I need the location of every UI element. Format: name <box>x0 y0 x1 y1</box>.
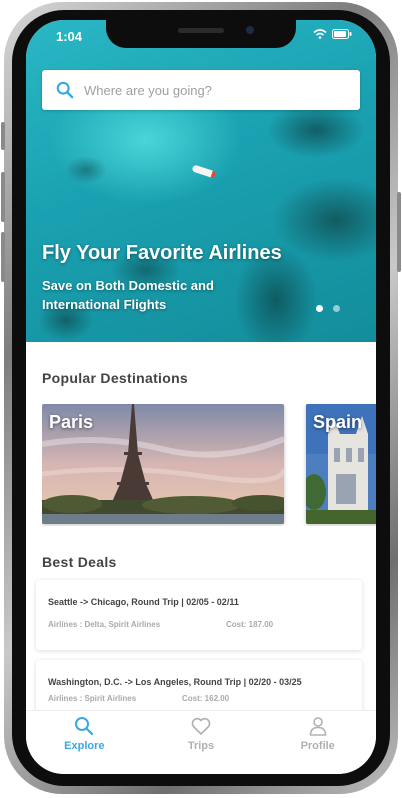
volume-down-button <box>1 232 5 282</box>
search-bar[interactable] <box>42 70 360 110</box>
hero-banner[interactable]: Fly Your Favorite Airlines Save on Both … <box>26 20 376 342</box>
search-icon <box>56 81 74 99</box>
battery-icon <box>332 29 352 39</box>
destination-name: Paris <box>49 412 94 432</box>
wifi-icon <box>313 29 327 39</box>
carousel-dot[interactable] <box>333 305 340 312</box>
speaker-grill <box>178 28 224 33</box>
volume-up-button <box>1 172 5 222</box>
deal-cost: Cost: 162.00 <box>182 694 230 703</box>
deal-card[interactable]: Seattle -> Chicago, Round Trip | 02/05 -… <box>36 580 362 650</box>
boat-image <box>191 164 217 179</box>
tab-trips[interactable]: Trips <box>143 711 260 774</box>
search-icon <box>75 717 94 736</box>
user-icon <box>309 717 326 736</box>
hero-subtitle: Save on Both Domestic and International … <box>42 278 214 312</box>
status-icons <box>313 29 352 42</box>
tab-explore[interactable]: Explore <box>26 711 143 774</box>
destination-name: Spain <box>313 412 363 432</box>
search-input[interactable] <box>82 81 326 99</box>
app-screen: Fly Your Favorite Airlines Save on Both … <box>26 20 376 774</box>
tab-label: Explore <box>64 740 105 752</box>
deal-airlines: Airlines : Delta, Spirit Airlines <box>48 620 161 629</box>
deal-cost: Cost: 187.00 <box>226 620 274 629</box>
deal-route: Seattle -> Chicago, Round Trip | 02/05 -… <box>48 597 239 607</box>
notch <box>106 20 296 48</box>
front-camera <box>246 26 254 34</box>
tab-label: Profile <box>300 740 335 752</box>
carousel-dot[interactable] <box>316 305 323 312</box>
power-button <box>397 192 401 272</box>
destinations-carousel[interactable]: Paris Spain <box>42 404 376 526</box>
deal-route: Washington, D.C. -> Los Angeles, Round T… <box>48 677 302 687</box>
tab-profile[interactable]: Profile <box>259 711 376 774</box>
status-time: 1:04 <box>56 29 83 44</box>
tab-bar: Explore Trips Profile <box>26 710 376 774</box>
hero-title: Fly Your Favorite Airlines <box>42 242 282 264</box>
destination-card-spain[interactable]: Spain <box>306 404 376 524</box>
destination-card-paris[interactable]: Paris <box>42 404 284 524</box>
best-deals-title: Best Deals <box>42 554 117 570</box>
popular-destinations-title: Popular Destinations <box>42 370 189 386</box>
mute-switch <box>1 122 5 150</box>
tab-label: Trips <box>187 740 215 752</box>
carousel-dots[interactable] <box>316 305 340 312</box>
heart-icon <box>191 717 211 735</box>
deal-airlines: Airlines : Spirit Airlines <box>48 694 137 703</box>
